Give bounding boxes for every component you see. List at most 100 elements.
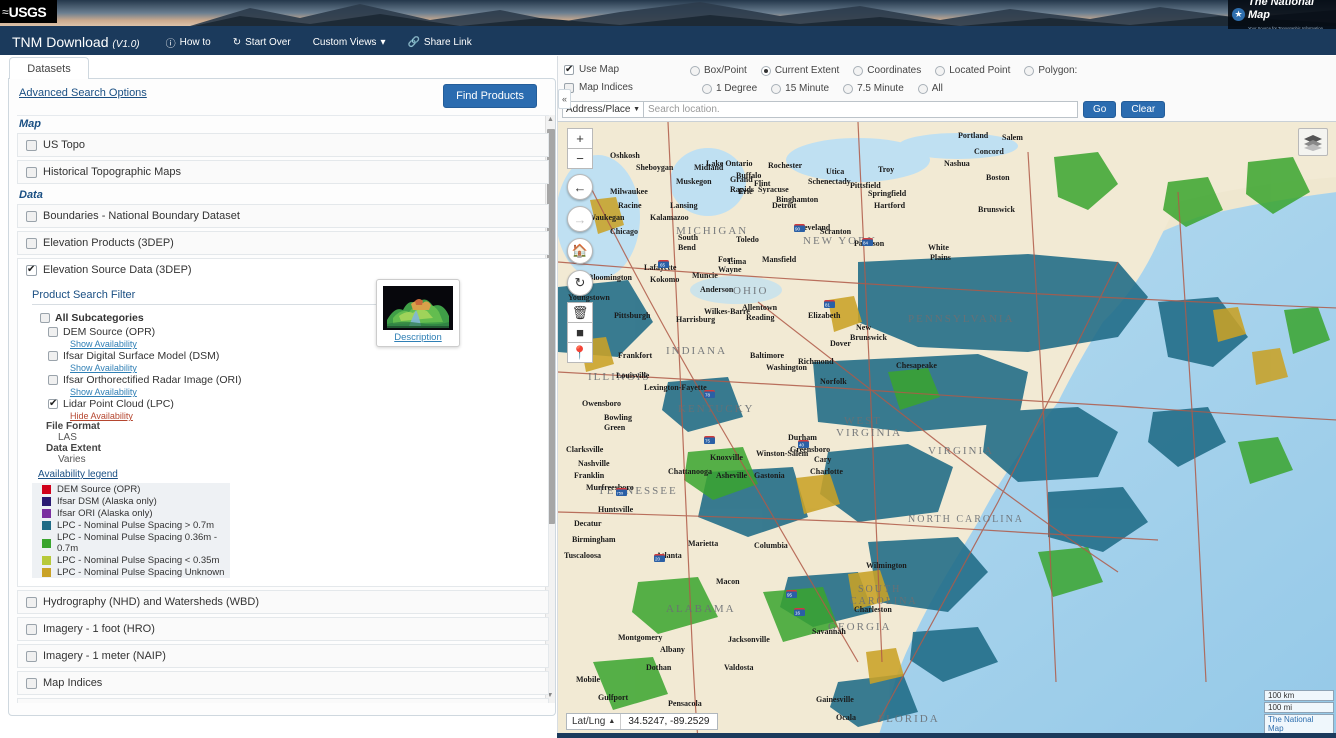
next-extent-button[interactable]: → (567, 206, 593, 232)
checkbox-boundaries[interactable] (26, 210, 37, 222)
checkbox-hydrography[interactable] (26, 596, 37, 608)
checkbox-all-subcategories[interactable] (40, 313, 50, 323)
dataset-row-gnis[interactable]: Names - Geographic Names Information Sys… (17, 698, 549, 703)
delete-graphics-button[interactable]: 🗑 (567, 302, 593, 323)
checkbox-us-topo[interactable] (26, 139, 37, 151)
drop-point-button[interactable]: 📍 (567, 342, 593, 363)
radio-input[interactable] (702, 83, 712, 94)
filter-all-subcategories[interactable]: All Subcategories (32, 311, 538, 325)
find-products-button[interactable]: Find Products (443, 84, 537, 108)
tab-datasets[interactable]: Datasets (9, 57, 89, 79)
search-type-select[interactable]: Address/Place ▼ (562, 101, 644, 118)
svg-text:NORTH CAROLINA: NORTH CAROLINA (908, 514, 1024, 525)
filter-dem-source[interactable]: DEM Source (OPR) (32, 325, 538, 339)
radio-7-5-minute[interactable]: 7.5 Minute (843, 83, 904, 94)
availability-legend-title[interactable]: Availability legend (32, 465, 538, 480)
dataset-row-elevation-products[interactable]: Elevation Products (3DEP) (17, 231, 549, 255)
radio-input[interactable] (917, 83, 928, 94)
dataset-row-historical-topo[interactable]: Historical Topographic Maps (17, 160, 549, 184)
checkbox-ifsar-dsm[interactable] (48, 351, 58, 361)
dataset-row-map-indices[interactable]: Map Indices (17, 671, 549, 695)
checkbox-dem-source[interactable] (48, 327, 58, 337)
svg-text:Concord: Concord (974, 147, 1004, 156)
svg-text:Charlotte: Charlotte (810, 467, 843, 476)
description-link[interactable]: Description (383, 332, 453, 343)
show-availability-ifsar-ori[interactable]: Show Availability (32, 387, 538, 397)
radio-input[interactable] (1024, 65, 1035, 76)
usgs-logo[interactable]: ≈ USGS (0, 0, 57, 23)
dataset-row-imagery-1meter[interactable]: Imagery - 1 meter (NAIP) (17, 644, 549, 668)
filter-lidar-point-cloud[interactable]: Lidar Point Cloud (LPC) (32, 397, 538, 411)
dataset-row-elevation-source[interactable]: Elevation Source Data (3DEP) (17, 258, 549, 281)
radio-all[interactable]: All (917, 83, 943, 94)
radio-box-point[interactable]: Box/Point (690, 65, 747, 76)
checkbox-use-map[interactable] (564, 64, 574, 75)
dataset-row-hydrography[interactable]: Hydrography (NHD) and Watersheds (WBD) (17, 590, 549, 614)
start-over-link[interactable]: ↻ Start Over (233, 37, 291, 48)
description-card[interactable]: Description (376, 279, 460, 347)
show-availability-ifsar-dsm[interactable]: Show Availability (32, 363, 538, 373)
radio-input[interactable] (690, 65, 700, 76)
map-navigation-tools: + − ← → 🏠 ↻ 🗑 ■ 📍 (567, 128, 593, 363)
how-to-link[interactable]: ⓘ How to (166, 35, 211, 50)
hide-availability-lidar-point-cloud[interactable]: Hide Availability (32, 411, 538, 421)
show-availability-dem-source[interactable]: Show Availability (32, 339, 538, 349)
zoom-in-button[interactable]: + (567, 128, 593, 149)
radio-input[interactable] (760, 65, 771, 76)
home-extent-button[interactable]: 🏠 (567, 238, 593, 264)
radio-15-minute[interactable]: 15 Minute (771, 83, 829, 94)
svg-text:Nashville: Nashville (578, 459, 610, 468)
collapse-panel-button[interactable]: « (558, 89, 571, 109)
checkbox-historical-topo[interactable] (26, 166, 37, 178)
latlng-toggle[interactable]: Lat/Lng ▲ (567, 714, 622, 729)
basemap-layers-button[interactable] (1298, 128, 1328, 156)
checkbox-ifsar-ori[interactable] (48, 375, 58, 385)
svg-text:Tuscaloosa: Tuscaloosa (564, 551, 601, 560)
draw-box-button[interactable]: ■ (567, 322, 593, 343)
refresh-map-button[interactable]: ↻ (567, 270, 593, 296)
radio-input[interactable] (843, 83, 854, 94)
filter-ifsar-ori[interactable]: Ifsar Orthorectified Radar Image (ORI) (32, 373, 538, 387)
zoom-out-button[interactable]: − (567, 148, 593, 169)
svg-text:Pensacola: Pensacola (668, 699, 702, 708)
checkbox-elevation-source[interactable] (26, 264, 37, 276)
svg-text:Syracuse: Syracuse (758, 185, 789, 194)
square-icon: ■ (576, 325, 584, 340)
checkbox-map-indices[interactable] (26, 677, 37, 689)
radio-coordinates[interactable]: Coordinates (853, 65, 921, 76)
radio-polygon[interactable]: Polygon: (1024, 65, 1077, 76)
clear-button[interactable]: Clear (1121, 101, 1166, 118)
map-canvas[interactable]: MICHIGAN NEW YORK PENNSYLVANIA ILLINOIS … (557, 122, 1336, 738)
svg-text:Greensboro: Greensboro (790, 445, 830, 454)
advanced-search-options-link[interactable]: Advanced Search Options (19, 87, 147, 99)
latlng-status-bar[interactable]: Lat/Lng ▲ 34.5247, -89.2529 (566, 713, 718, 730)
filter-ifsar-dsm[interactable]: Ifsar Digital Surface Model (DSM) (32, 349, 538, 363)
dataset-row-boundaries[interactable]: Boundaries - National Boundary Dataset (17, 204, 549, 228)
radio-current-extent[interactable]: Current Extent (760, 65, 839, 76)
radio-located-point[interactable]: Located Point (935, 65, 1010, 76)
svg-text:Waukegan: Waukegan (588, 213, 625, 222)
radio-1-degree[interactable]: 1 Degree (702, 83, 757, 94)
national-map-logo[interactable]: ★ The National Map Your Source for Topog… (1228, 0, 1336, 29)
use-map-toggle[interactable]: Use Map (564, 64, 619, 75)
dataset-row-imagery-1foot[interactable]: Imagery - 1 foot (HRO) (17, 617, 549, 641)
map-attribution[interactable]: The National Map (1264, 714, 1334, 734)
svg-text:White: White (928, 243, 949, 252)
checkbox-elevation-products[interactable] (26, 237, 37, 249)
radio-input[interactable] (853, 65, 864, 76)
radio-input[interactable] (771, 83, 782, 94)
previous-extent-button[interactable]: ← (567, 174, 593, 200)
dataset-row-us-topo[interactable]: US Topo (17, 133, 549, 157)
custom-views-menu[interactable]: Custom Views ▾ (313, 37, 386, 48)
checkbox-imagery-1foot[interactable] (26, 623, 37, 635)
checkbox-imagery-1meter[interactable] (26, 650, 37, 662)
scale-km: 100 km (1264, 690, 1334, 701)
search-input[interactable] (644, 101, 1078, 118)
go-button[interactable]: Go (1083, 101, 1117, 118)
radio-input[interactable] (935, 65, 946, 76)
checkbox-lidar-point-cloud[interactable] (48, 398, 58, 409)
map-indices-toggle[interactable]: Map Indices (564, 82, 633, 93)
svg-text:FLORIDA: FLORIDA (878, 713, 940, 725)
availability-legend-list: DEM Source (OPR) Ifsar DSM (Alaska only)… (32, 483, 538, 578)
share-link-button[interactable]: 🔗 Share Link (407, 37, 471, 48)
